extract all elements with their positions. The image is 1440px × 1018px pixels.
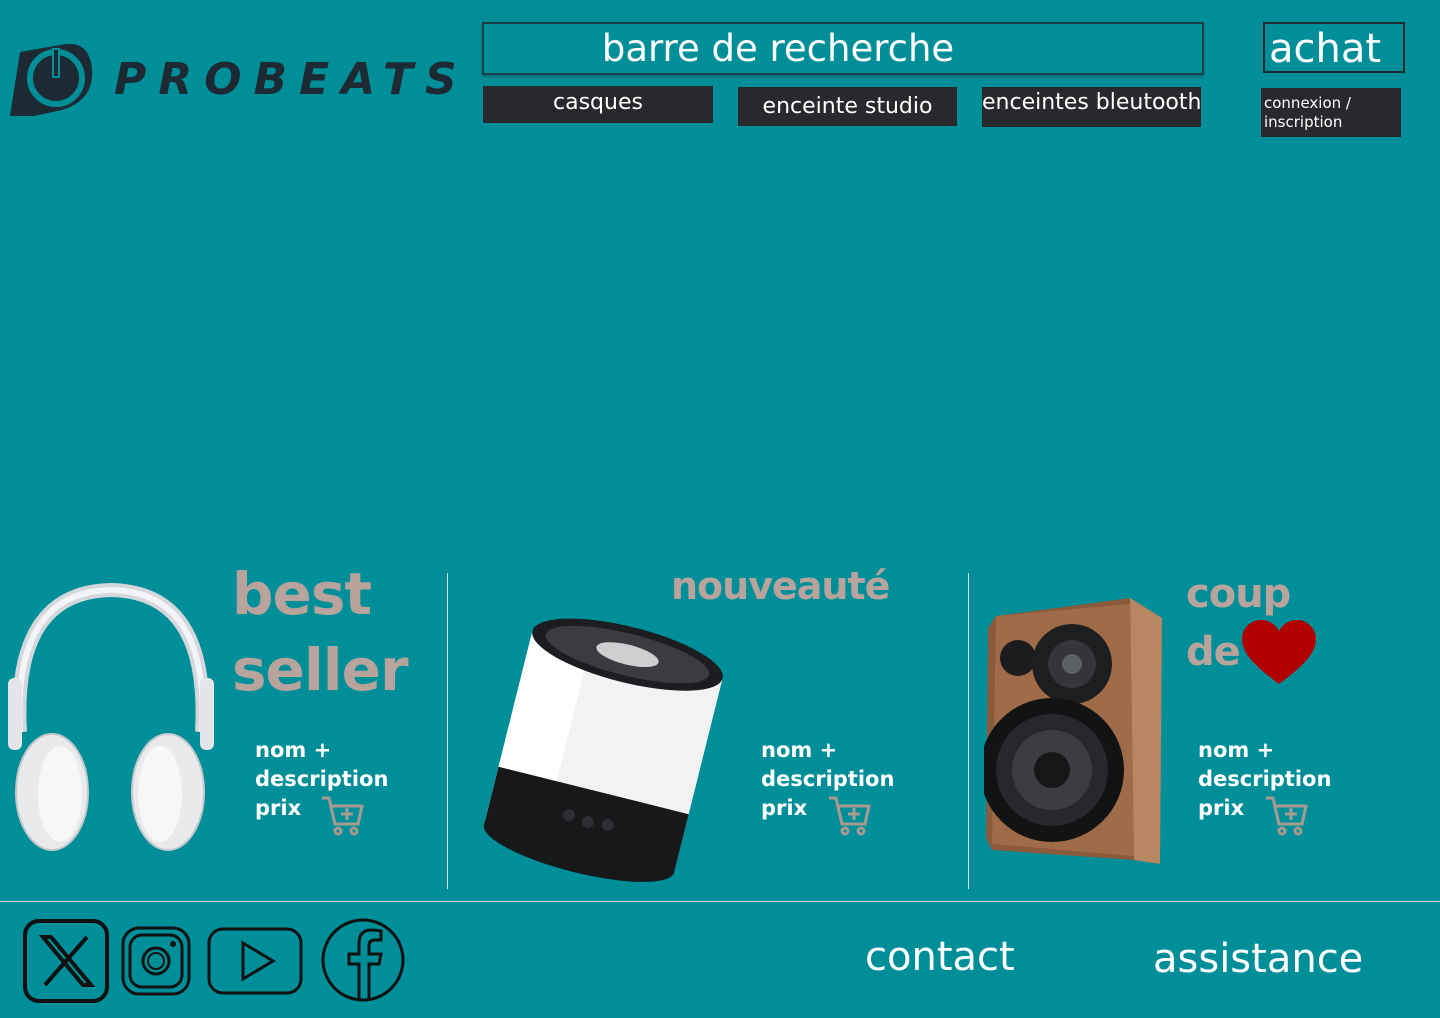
coup-de-coeur-heading-line1: coup: [1186, 571, 1291, 617]
headphones-image: [8, 582, 214, 851]
youtube-icon[interactable]: [207, 927, 303, 995]
product-price: prix: [255, 796, 302, 820]
brand-logo[interactable]: PROBEATS: [6, 34, 457, 122]
add-to-cart-icon[interactable]: [320, 794, 364, 836]
best-seller-heading-line2: seller: [232, 636, 409, 704]
heart-icon: [1242, 620, 1316, 684]
cart-button[interactable]: achat: [1263, 22, 1405, 73]
nouveaute-heading: nouveauté: [671, 564, 890, 608]
contact-link[interactable]: contact: [865, 934, 1015, 980]
product-name: nom +: [761, 738, 838, 762]
product-description: description: [255, 767, 389, 791]
nav-enceinte-studio-button[interactable]: enceinte studio: [738, 87, 957, 126]
login-signup-button[interactable]: connexion / inscription: [1261, 88, 1401, 137]
assistance-link[interactable]: assistance: [1153, 936, 1363, 982]
best-seller-heading-line1: best: [232, 560, 372, 628]
product-card-coup-de-coeur[interactable]: coup de nom + description prix: [972, 560, 1440, 890]
product-card-best-seller[interactable]: best seller nom + description prix: [0, 560, 445, 890]
product-description: description: [761, 767, 895, 791]
column-divider: [447, 573, 448, 889]
x-icon[interactable]: [23, 919, 109, 1003]
coup-de-coeur-heading-line2: de: [1186, 629, 1241, 675]
product-description: description: [1198, 767, 1332, 791]
product-name: nom +: [1198, 738, 1275, 762]
nav-casques-button[interactable]: casques: [483, 86, 713, 123]
column-divider: [968, 573, 969, 889]
studio-speaker-image: [984, 598, 1162, 864]
add-to-cart-icon[interactable]: [1264, 794, 1308, 836]
footer-divider: [0, 901, 1440, 902]
portable-speaker-image: [483, 618, 723, 882]
facebook-icon[interactable]: [321, 918, 405, 1002]
logo-mark-icon: [10, 43, 93, 116]
add-to-cart-icon[interactable]: [827, 794, 871, 836]
nav-enceintes-bluetooth-button[interactable]: enceintes bleutooth: [982, 87, 1201, 127]
product-price: prix: [761, 796, 808, 820]
product-price: prix: [1198, 796, 1245, 820]
product-card-nouveaute[interactable]: nouveauté nom + description prix: [450, 560, 965, 890]
search-bar[interactable]: barre de recherche: [482, 22, 1204, 75]
product-name: nom +: [255, 738, 332, 762]
brand-name: PROBEATS: [114, 54, 469, 105]
instagram-icon[interactable]: [121, 926, 191, 996]
